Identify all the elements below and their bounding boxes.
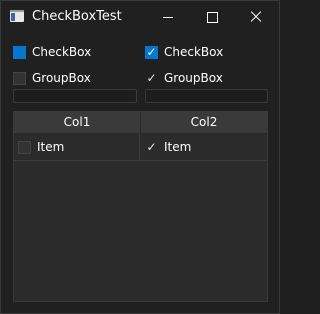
checkbox-checked-icon: ✓ [145, 72, 158, 85]
right-groupbox-checkbox[interactable]: ✓ GroupBox [145, 71, 223, 85]
left-groupbox-label: GroupBox [32, 71, 91, 85]
maximize-button[interactable] [190, 1, 234, 33]
cell-text: Item [164, 140, 192, 154]
table-cell[interactable]: Item [14, 134, 140, 160]
left-groupbox [13, 89, 137, 103]
close-button[interactable] [234, 1, 278, 33]
check-icon: ✓ [146, 140, 157, 154]
right-checkbox[interactable]: ✓ CheckBox [145, 45, 223, 59]
checkbox-checked-icon[interactable]: ✓ [145, 141, 158, 154]
check-icon: ✓ [146, 45, 157, 59]
table-widget[interactable]: Col1 Col2 Item ✓ Item [13, 111, 268, 302]
column-header-col1[interactable]: Col1 [14, 112, 141, 133]
check-icon: ✓ [146, 71, 157, 85]
right-groupbox [145, 89, 268, 103]
checkbox-unchecked-icon [13, 71, 26, 85]
right-groupbox-label: GroupBox [164, 71, 223, 85]
right-checkbox-label: CheckBox [164, 45, 224, 59]
left-checkbox[interactable]: CheckBox [13, 45, 91, 59]
window-title: CheckBoxTest [32, 9, 122, 24]
table-header: Col1 Col2 [14, 112, 267, 134]
column-header-col2[interactable]: Col2 [141, 112, 267, 133]
close-icon [250, 11, 262, 23]
title-bar: CheckBoxTest [1, 1, 279, 33]
maximize-icon [206, 11, 218, 23]
table-row[interactable]: Item ✓ Item [14, 134, 267, 161]
minimize-button[interactable] [146, 1, 190, 33]
checkbox-unchecked-icon[interactable] [18, 140, 31, 154]
minimize-icon [163, 16, 173, 18]
checkbox-indeterminate-icon [13, 45, 26, 59]
checkbox-checked-icon: ✓ [145, 45, 158, 59]
app-icon [10, 10, 24, 22]
app-window: CheckBoxTest CheckBox GroupBox ✓ CheckBo… [0, 0, 280, 314]
table-cell[interactable]: ✓ Item [141, 134, 267, 160]
left-checkbox-label: CheckBox [32, 45, 92, 59]
left-groupbox-checkbox[interactable]: GroupBox [13, 71, 91, 85]
cell-text: Item [37, 140, 65, 154]
